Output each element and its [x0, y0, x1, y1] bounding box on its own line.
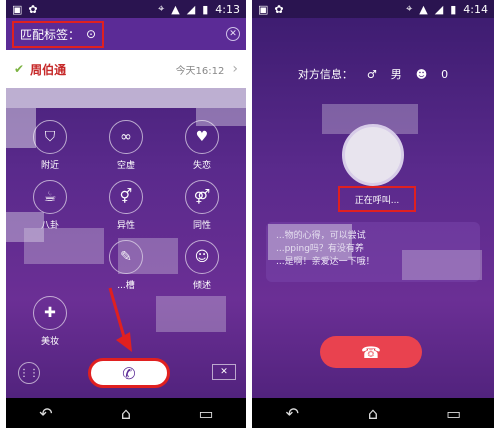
tag-tile[interactable]: ♥ 失恋 — [172, 120, 232, 171]
tag-tile[interactable]: ✚ 美妆 — [20, 296, 80, 347]
calling-status: 正在呼叫... — [338, 186, 416, 212]
avatar — [342, 124, 404, 186]
calling-text: 正在呼叫... — [354, 195, 400, 206]
blurred-area — [24, 228, 104, 264]
home-icon[interactable]: ⌂ — [113, 404, 139, 423]
shield-icon: ⛉ — [33, 120, 67, 154]
peer-info-label: 对方信息： — [297, 68, 353, 81]
signal-icon: ◢ — [186, 2, 196, 16]
peer-count: 0 — [441, 67, 449, 81]
android-nav-bar: ↶ ⌂ ▭ — [252, 398, 494, 428]
backspace-icon[interactable]: ✕ — [212, 364, 236, 380]
screenshot-icon: ▣ — [258, 2, 269, 16]
battery-icon: ▮ — [202, 2, 209, 16]
status-left-icons: ▣ ✿ — [258, 3, 284, 16]
phone-icon: ✆ — [122, 363, 136, 383]
hang-up-button[interactable]: ☎ — [320, 336, 422, 368]
blurred-area — [268, 224, 352, 260]
tag-tile[interactable]: ⛉ 附近 — [20, 120, 80, 171]
people-icon: ☺ — [185, 240, 219, 274]
app-icon: ✿ — [274, 2, 284, 16]
male-icon: ♂ — [366, 67, 377, 81]
recent-apps-icon[interactable]: ▭ — [441, 404, 467, 423]
tag-tile[interactable]: ⚤ 同性 — [172, 180, 232, 231]
check-icon: ✔ — [14, 62, 25, 76]
peer-gender: 男 — [390, 68, 402, 81]
tag-tile-label: 失恋 — [192, 161, 211, 171]
location-icon: ⌖ — [406, 2, 413, 15]
status-bar: ▣ ✿ ⌖ ▲ ◢ ▮ 4:13 — [6, 0, 246, 18]
wifi-icon: ▲ — [419, 2, 428, 16]
match-tag-label: 匹配标签： — [20, 27, 81, 42]
recent-apps-icon[interactable]: ▭ — [193, 404, 219, 423]
broken-heart-icon: ♥ — [185, 120, 219, 154]
tag-tile[interactable]: ∞ 空虚 — [96, 120, 156, 171]
match-tag-highlight[interactable]: 匹配标签： ⊙ — [12, 20, 105, 48]
tag-tile-label: 异性 — [116, 221, 135, 231]
blurred-area — [156, 296, 226, 332]
cup-icon: ☕ — [33, 180, 67, 214]
signal-icon: ◢ — [434, 2, 444, 16]
call-bar: ⋮⋮ ✆ ✕ — [6, 358, 246, 388]
people-icon: ☻ — [415, 67, 428, 81]
status-bar: ▣ ✿ ⌖ ▲ ◢ ▮ 4:14 — [252, 0, 494, 18]
clock-time: 4:14 — [463, 2, 488, 16]
tag-tile-label: 美妆 — [40, 337, 59, 347]
contact-name: 周伯通 — [30, 62, 67, 77]
gender-icon: ⚥ — [109, 180, 143, 214]
android-nav-bar: ↶ ⌂ ▭ — [6, 398, 246, 428]
app-icon: ✿ — [28, 2, 38, 16]
status-left-icons: ▣ ✿ — [12, 3, 38, 16]
screenshot-icon: ▣ — [12, 2, 23, 16]
right-phone-screen: ▣ ✿ ⌖ ▲ ◢ ▮ 4:14 对方信息： ♂ 男 ☻ 0 正在呼叫... .… — [252, 0, 494, 428]
back-icon[interactable]: ↶ — [279, 404, 305, 423]
peer-info: 对方信息： ♂ 男 ☻ 0 — [252, 66, 494, 82]
blurred-area — [118, 238, 178, 274]
close-icon[interactable]: ✕ — [226, 27, 240, 41]
blurred-area — [402, 250, 482, 280]
tag-tile-label: 同性 — [192, 221, 211, 231]
blurred-area — [6, 88, 246, 108]
link-icon: ∞ — [109, 120, 143, 154]
wifi-icon: ▲ — [171, 2, 180, 16]
back-icon[interactable]: ↶ — [33, 404, 59, 423]
home-icon[interactable]: ⌂ — [360, 404, 386, 423]
red-arrow-annotation — [108, 287, 132, 352]
makeup-icon: ✚ — [33, 296, 67, 330]
tag-tile-label: 空虚 — [116, 161, 135, 171]
left-phone-screen: ▣ ✿ ⌖ ▲ ◢ ▮ 4:13 匹配标签： ⊙ ✕ ✔ 周伯通 今天16:12… — [6, 0, 246, 428]
tag-tile-label: 倾述 — [192, 281, 211, 291]
call-button[interactable]: ✆ — [88, 358, 170, 388]
chat-bubble-icon: ⊙ — [86, 27, 97, 41]
keypad-icon[interactable]: ⋮⋮ — [18, 362, 40, 384]
hang-up-icon: ☎ — [361, 342, 381, 362]
battery-icon: ▮ — [450, 2, 457, 16]
status-right-icons: ⌖ ▲ ◢ ▮ 4:13 — [158, 2, 240, 16]
gender-icon: ⚤ — [185, 180, 219, 214]
match-tag-bar: 匹配标签： ⊙ ✕ — [6, 18, 246, 50]
clock-time: 4:13 — [215, 2, 240, 16]
tag-tile[interactable]: ☺ 倾述 — [172, 240, 232, 291]
tag-tile-label: 附近 — [40, 161, 59, 171]
location-icon: ⌖ — [158, 2, 165, 15]
tag-tile[interactable]: ⚥ 异性 — [96, 180, 156, 231]
chevron-right-icon: › — [232, 61, 238, 77]
contact-time: 今天16:12 — [175, 65, 225, 77]
recent-contact-row[interactable]: ✔ 周伯通 今天16:12 › — [6, 50, 246, 88]
status-right-icons: ⌖ ▲ ◢ ▮ 4:14 — [406, 2, 488, 16]
